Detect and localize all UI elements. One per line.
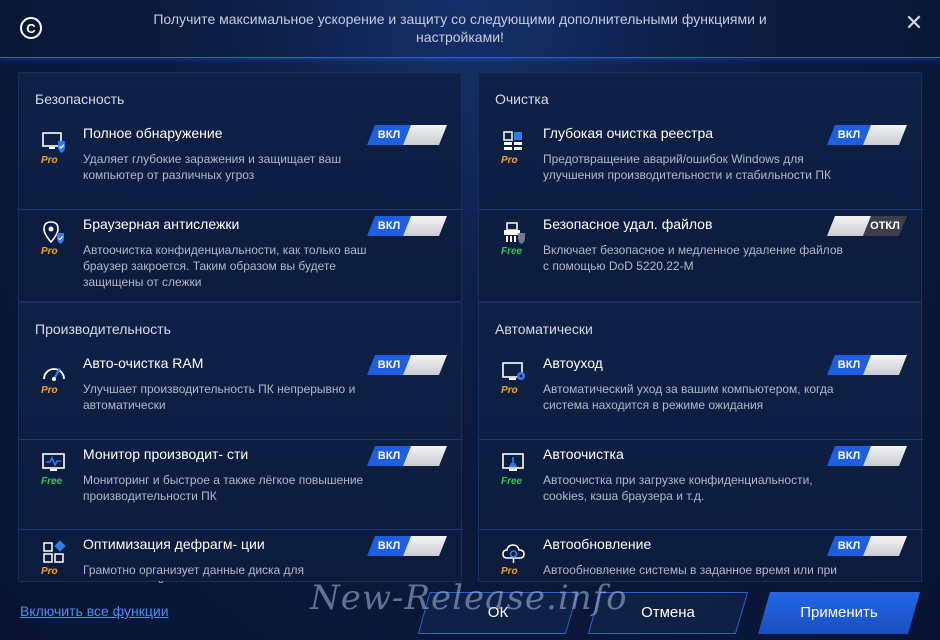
secure-file-delete-toggle[interactable]: ОТКЛ bbox=[827, 216, 907, 236]
feature-description: Грамотно организует данные диска для мак… bbox=[83, 563, 305, 583]
tier-badge: Free bbox=[501, 476, 523, 487]
feature-auto-care: Pro Автоуход Автоматический уход за ваши… bbox=[479, 349, 923, 439]
tier-badge: Pro bbox=[41, 155, 58, 166]
location-shield-icon bbox=[43, 221, 64, 244]
panel-cleaning: Очистка Pro Глубокая очистка реестра Пре… bbox=[478, 72, 923, 302]
deep-registry-clean-toggle[interactable]: ВКЛ bbox=[827, 125, 907, 145]
cancel-button[interactable]: Отмена bbox=[588, 592, 748, 634]
feature-description: Включает безопасное и медленное удаление… bbox=[543, 243, 843, 273]
tier-badge: Pro bbox=[41, 246, 58, 257]
auto-care-toggle[interactable]: ВКЛ bbox=[827, 355, 907, 375]
feature-description: Автоматический уход за вашим компьютером… bbox=[543, 382, 834, 412]
feature-auto-clean: Free Автоочистка Автоочистка при загрузк… bbox=[479, 439, 923, 529]
cloud-refresh-icon bbox=[502, 544, 525, 563]
auto-update-toggle[interactable]: ВКЛ bbox=[827, 536, 907, 556]
feature-description: Улучшает производительность ПК непрерывн… bbox=[83, 382, 356, 412]
feature-browser-antitracking: Pro Браузерная антислежки Автоочистка ко… bbox=[19, 209, 463, 299]
feature-name: Авто-очистка RAM bbox=[83, 355, 204, 371]
feature-description: Предотвращение аварий/ошибок Windows для… bbox=[543, 152, 831, 182]
tier-badge: Free bbox=[41, 476, 63, 487]
monitor-broom-icon bbox=[502, 453, 524, 471]
feature-name: Автообновление bbox=[543, 536, 652, 552]
panel-title: Безопасность bbox=[35, 91, 125, 107]
feature-name: Оптимизация дефрагм- ции bbox=[83, 536, 265, 552]
feature-name: Монитор производит- сти bbox=[83, 446, 249, 462]
performance-monitor-toggle[interactable]: ВКЛ bbox=[367, 446, 447, 466]
feature-full-detection: Pro Полное обнаружение Удаляет глубокие … bbox=[19, 119, 463, 209]
tier-badge: Pro bbox=[501, 155, 518, 166]
defrag-optimization-toggle[interactable]: ВКЛ bbox=[367, 536, 447, 556]
auto-clean-toggle[interactable]: ВКЛ bbox=[827, 446, 907, 466]
window-title: Получите максимальное ускорение и защиту… bbox=[153, 11, 767, 45]
panel-title: Производительность bbox=[35, 321, 171, 337]
tier-badge: Pro bbox=[501, 566, 518, 577]
monitor-gear-icon bbox=[502, 362, 525, 380]
app-logo-icon: C bbox=[20, 17, 42, 39]
panel-automatic: Автоматически Pro Автоуход Автоматически… bbox=[478, 302, 923, 583]
feature-description: Удаляет глубокие заражения и защищает ва… bbox=[83, 152, 342, 182]
panel-title: Автоматически bbox=[495, 321, 593, 337]
registry-icon bbox=[503, 131, 522, 150]
feature-description: Автоочистка при загрузке конфиденциально… bbox=[543, 473, 813, 503]
shredder-icon bbox=[504, 222, 525, 244]
panel-title: Очистка bbox=[495, 91, 549, 107]
speedometer-icon bbox=[43, 367, 65, 381]
feature-name: Браузерная антислежки bbox=[83, 216, 240, 232]
full-detection-toggle[interactable]: ВКЛ bbox=[367, 125, 447, 145]
tier-badge: Free bbox=[501, 246, 523, 257]
apply-button[interactable]: Применить bbox=[758, 592, 920, 634]
feature-description: Автообновление системы в заданное время … bbox=[543, 563, 837, 577]
panel-performance: Производительность Pro Авто-очистка RAM … bbox=[18, 302, 463, 583]
feature-name: Автоочистка bbox=[543, 446, 624, 462]
feature-name: Полное обнаружение bbox=[83, 125, 223, 141]
tier-badge: Pro bbox=[41, 566, 58, 577]
browser-antitracking-toggle[interactable]: ВКЛ bbox=[367, 216, 447, 236]
feature-name: Автоуход bbox=[543, 355, 603, 371]
title-bar: C Получите максимальное ускорение и защи… bbox=[0, 0, 940, 58]
enable-all-link[interactable]: Включить все функции bbox=[20, 603, 169, 619]
feature-auto-update: Pro Автообновление Автообновление систем… bbox=[479, 529, 923, 583]
features-area: Безопасность Pro Полное обнаружение Удал… bbox=[18, 72, 923, 583]
defrag-blocks-icon bbox=[43, 540, 66, 563]
footer-bar: Включить все функции ОК Отмена Применить bbox=[0, 582, 940, 640]
close-button[interactable]: ✕ bbox=[902, 12, 926, 36]
feature-name: Безопасное удал. файлов bbox=[543, 216, 713, 232]
feature-deep-registry-clean: Pro Глубокая очистка реестра Предотвраще… bbox=[479, 119, 923, 209]
monitor-pulse-icon bbox=[42, 453, 65, 471]
feature-auto-ram-clean: Pro Авто-очистка RAM Улучшает производит… bbox=[19, 349, 463, 439]
feature-description: Мониторинг и быстрое а также лёгкое повы… bbox=[83, 473, 364, 503]
app-window: C Получите максимальное ускорение и защи… bbox=[0, 0, 940, 640]
feature-name: Глубокая очистка реестра bbox=[543, 125, 714, 141]
tier-badge: Pro bbox=[41, 385, 58, 396]
ok-button[interactable]: ОК bbox=[418, 592, 578, 634]
feature-description: Автоочистка конфиденциальности, как толь… bbox=[83, 243, 367, 289]
feature-secure-file-delete: Free Безопасное удал. файлов Включает бе… bbox=[479, 209, 923, 299]
auto-ram-clean-toggle[interactable]: ВКЛ bbox=[367, 355, 447, 375]
panel-security: Безопасность Pro Полное обнаружение Удал… bbox=[18, 72, 463, 302]
feature-performance-monitor: Free Монитор производит- сти Мониторинг … bbox=[19, 439, 463, 529]
feature-defrag-optimization: Pro Оптимизация дефрагм- ции Грамотно ор… bbox=[19, 529, 463, 583]
tier-badge: Pro bbox=[501, 385, 518, 396]
monitor-shield-icon bbox=[42, 132, 65, 153]
